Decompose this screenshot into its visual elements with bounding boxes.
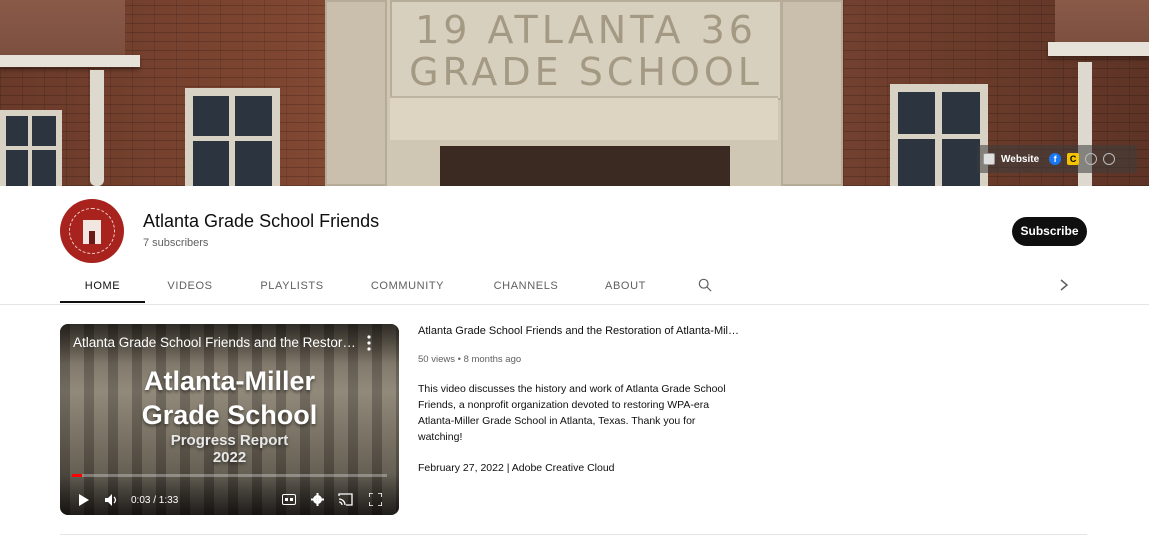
facebook-icon[interactable]: f [1049, 153, 1062, 165]
globe-icon[interactable] [1085, 153, 1098, 165]
thumbnail-subtitle: Progress Report [170, 432, 289, 449]
tabs-divider [0, 304, 1149, 305]
thumbnail-title-line-1: Atlanta-Miller [143, 366, 316, 396]
pillar-right [781, 0, 843, 186]
subscriber-count: 7 subscribers [143, 237, 209, 249]
video-date: February 27, 2022 | Adobe Creative Cloud [418, 462, 615, 474]
tab-home[interactable]: HOME [60, 271, 145, 303]
window-left [185, 88, 280, 186]
section-divider [60, 534, 1087, 535]
tab-about[interactable]: ABOUT [600, 271, 651, 303]
more-options-icon[interactable] [366, 335, 372, 351]
avatar[interactable] [60, 199, 124, 263]
plaque-line-2: GRADE SCHOOL [409, 50, 763, 94]
tab-videos[interactable]: VIDEOS [158, 271, 222, 303]
player-overlay-title[interactable]: Atlanta Grade School Friends and the Res… [73, 335, 358, 350]
time-display: 0:03 / 1:33 [131, 495, 179, 506]
avatar-door [89, 231, 95, 244]
plaque-line-1: 19 ATLANTA 36 [415, 8, 757, 52]
window-right [890, 84, 988, 186]
globe-icon-2[interactable] [1103, 153, 1116, 165]
channel-tabs: HOME VIDEOS PLAYLISTS COMMUNITY CHANNELS… [60, 271, 1090, 304]
settings-gear-icon[interactable] [311, 493, 324, 506]
fullscreen-icon[interactable] [369, 493, 382, 506]
cast-icon[interactable] [338, 493, 353, 506]
channel-banner: 19 ATLANTA 36 GRADE SCHOOL Website f C [0, 0, 1149, 186]
subscribe-button[interactable]: Subscribe [1012, 217, 1087, 246]
progress-bar[interactable] [72, 474, 387, 477]
search-icon[interactable] [698, 278, 712, 292]
eave-right [1048, 42, 1149, 56]
drain-pipe-left [90, 70, 104, 186]
thumbnail-title-line-2: Grade School [141, 400, 318, 430]
eave-left [0, 55, 140, 67]
window-far-left [0, 110, 62, 186]
roof-right [1055, 0, 1149, 48]
thumbnail-year: 2022 [212, 449, 247, 466]
video-title[interactable]: Atlanta Grade School Friends and the Res… [418, 325, 740, 337]
video-player[interactable]: Atlanta-Miller Grade School Progress Rep… [60, 324, 399, 515]
c-icon[interactable]: C [1067, 153, 1080, 165]
banner-links: Website f C [977, 145, 1137, 173]
pillar-left [325, 0, 387, 186]
channel-name: Atlanta Grade School Friends [143, 211, 380, 231]
chevron-right-icon[interactable] [1058, 279, 1070, 291]
captions-icon[interactable] [282, 494, 296, 505]
tab-channels[interactable]: CHANNELS [488, 271, 564, 303]
stone-plaque: 19 ATLANTA 36 GRADE SCHOOL [390, 0, 782, 100]
volume-icon[interactable] [105, 494, 118, 506]
website-icon[interactable] [983, 153, 995, 165]
roof-left [0, 0, 125, 62]
tab-community[interactable]: COMMUNITY [365, 271, 450, 303]
website-link[interactable]: Website [1001, 154, 1039, 165]
progress-fill [72, 474, 83, 477]
door-lintel [390, 96, 778, 140]
video-description: This video discusses the history and wor… [418, 383, 726, 443]
doorway [440, 146, 730, 186]
video-meta: 50 views • 8 months ago [418, 354, 522, 365]
play-icon[interactable] [78, 494, 90, 506]
tab-playlists[interactable]: PLAYLISTS [252, 271, 332, 303]
